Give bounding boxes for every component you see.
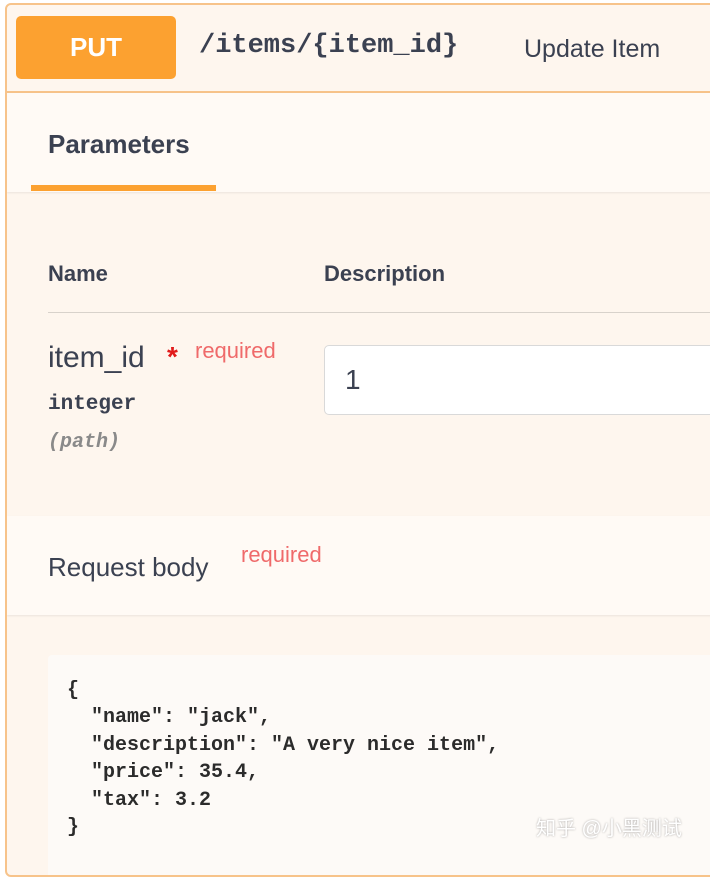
param-required-label: required <box>195 338 276 363</box>
watermark: 知乎 @小黑测试 <box>536 818 682 840</box>
request-body-header: Request body required <box>7 516 710 615</box>
column-header-name: Name <box>48 261 108 286</box>
param-name: item_id <box>48 341 145 374</box>
column-header-description: Description <box>324 261 446 286</box>
required-star-icon: * <box>167 341 178 372</box>
method-badge[interactable]: PUT <box>16 16 176 79</box>
tab-parameters[interactable]: Parameters <box>48 129 190 160</box>
operation-panel: PUT /items/{item_id} Update Item Paramet… <box>5 3 710 877</box>
param-type: integer <box>48 393 137 416</box>
operation-summary-text: Update Item <box>524 35 661 63</box>
item-id-input[interactable] <box>324 345 710 415</box>
table-divider <box>48 312 710 313</box>
active-tab-indicator <box>31 185 216 191</box>
request-body-required-label: required <box>241 542 322 567</box>
param-location: (path) <box>48 431 121 454</box>
operation-path: /items/{item_id} <box>199 31 459 61</box>
request-body-editor[interactable]: { "name": "jack", "description": "A very… <box>48 655 710 875</box>
parameters-tab-bar: Parameters <box>7 93 710 192</box>
operation-summary[interactable]: PUT /items/{item_id} Update Item <box>7 5 710 93</box>
request-body-title: Request body <box>48 552 209 582</box>
request-body-code[interactable]: { "name": "jack", "description": "A very… <box>67 677 499 841</box>
